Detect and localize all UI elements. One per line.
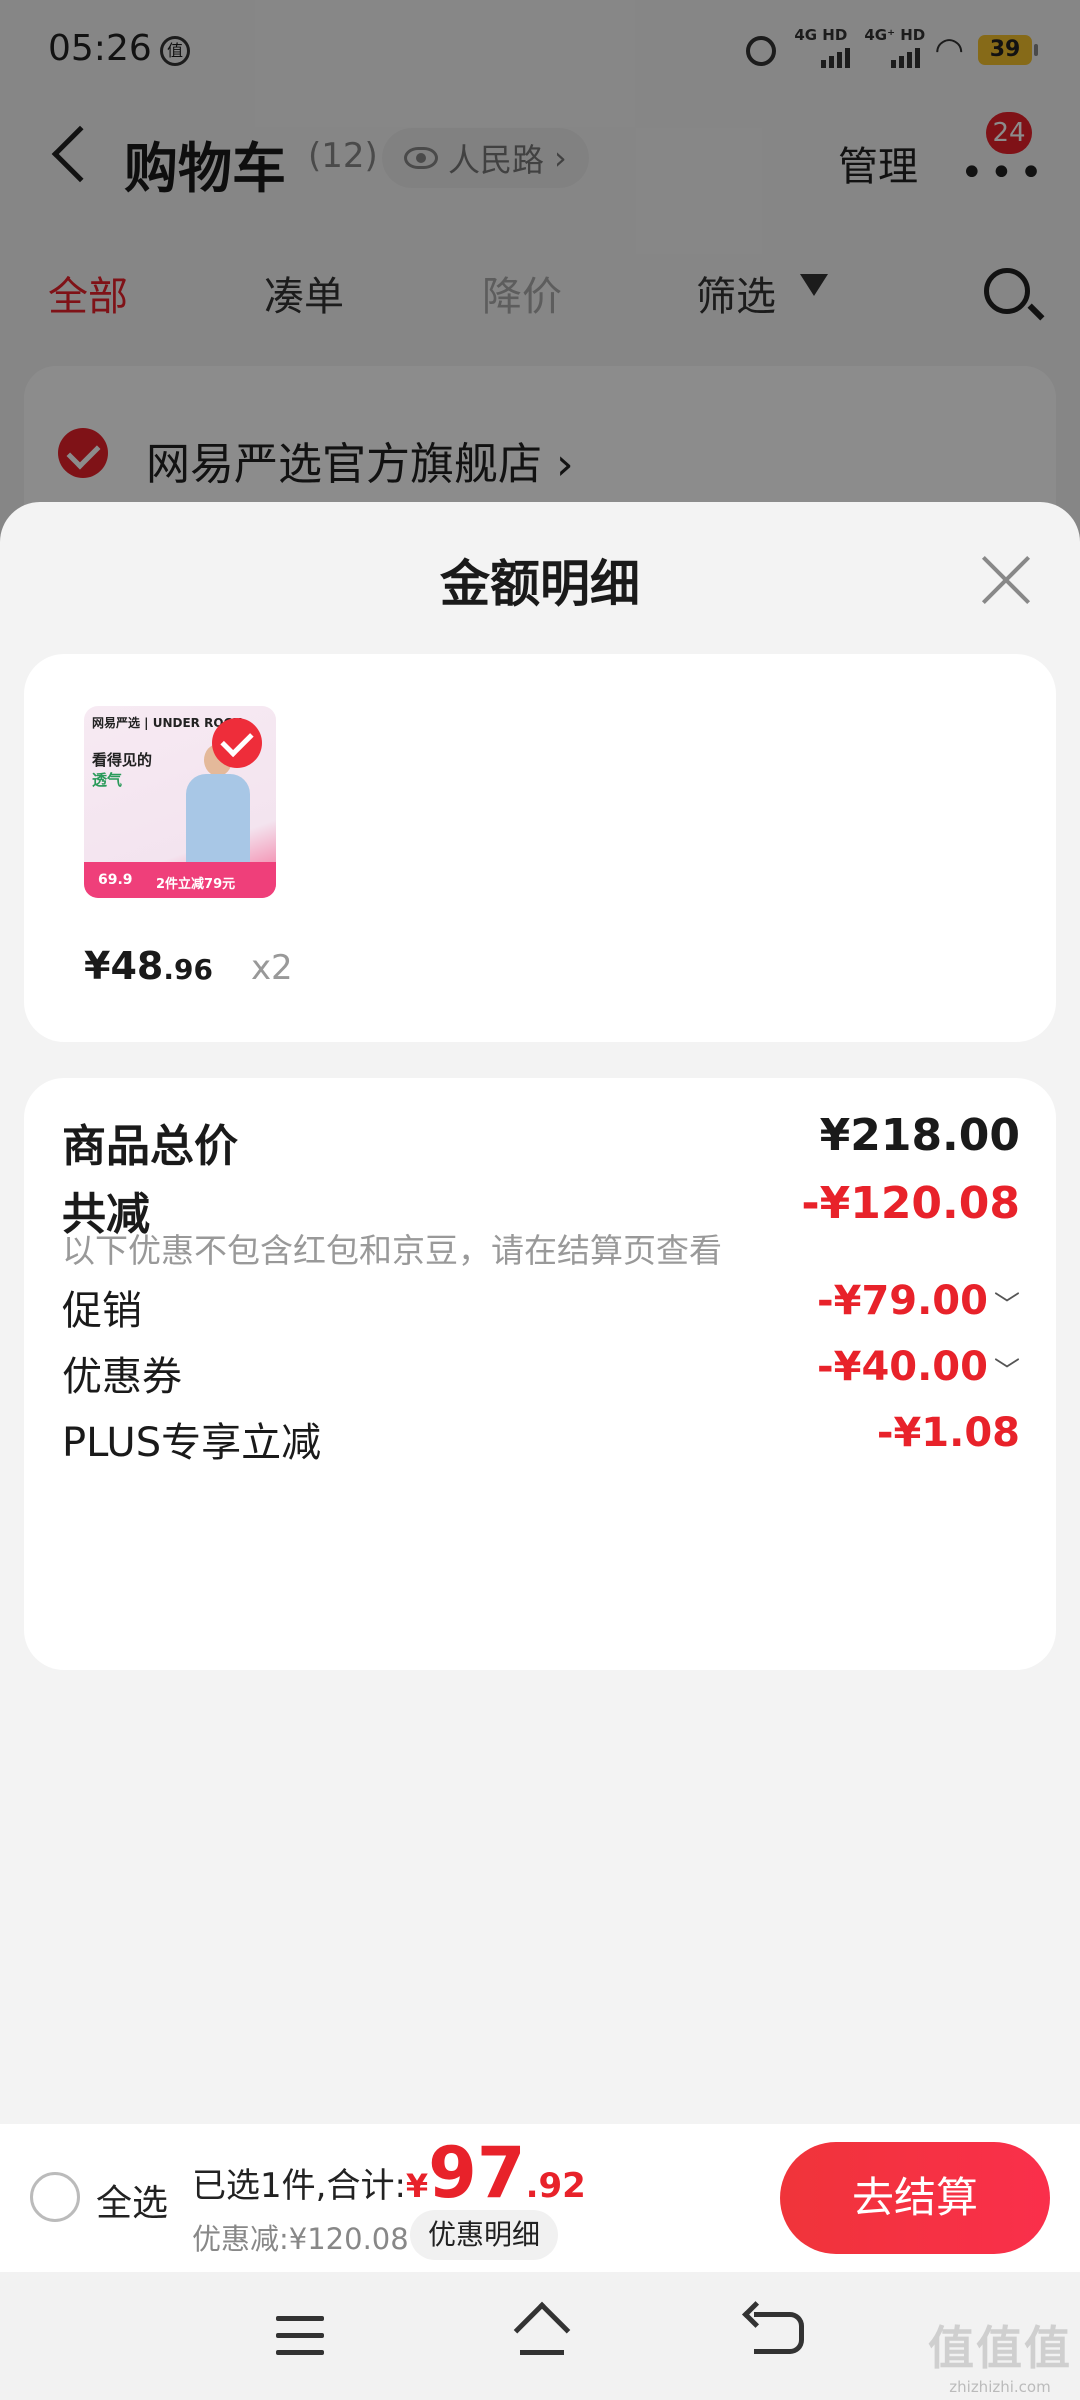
discount-detail-button[interactable]: 优惠明细 — [410, 2210, 559, 2260]
total-amount: 97 — [428, 2132, 526, 2214]
discount-value: -¥120.08 — [801, 1178, 1020, 1229]
select-all-label[interactable]: 全选 — [96, 2174, 168, 2226]
product-quantity: x2 — [250, 948, 293, 988]
image-promo-bar: 69.9 2件立减79元 — [84, 862, 276, 898]
total-label: 商品总价 — [62, 1121, 238, 1172]
promo-value: -¥79.00 — [817, 1278, 988, 1324]
system-nav-bar — [0, 2272, 1080, 2400]
back-nav-icon[interactable] — [754, 2312, 804, 2354]
chevron-down-icon: ﹀ — [993, 1291, 1020, 1321]
coupon-label: 优惠券 — [62, 1354, 182, 1400]
promo-label: 促销 — [62, 1288, 142, 1334]
price-detail-card: 商品总价 ¥218.00 共减 -¥120.08 以下优惠不包含红包和京豆，请在… — [24, 1078, 1056, 1670]
select-all-checkbox[interactable] — [30, 2172, 80, 2222]
plus-label: PLUS专享立减 — [62, 1420, 322, 1466]
close-icon[interactable] — [980, 554, 1032, 606]
checkout-button[interactable]: 去结算 — [780, 2142, 1050, 2254]
saved-amount: 优惠减:¥120.08 — [192, 2222, 409, 2256]
sheet-title: 金额明细 — [440, 555, 640, 613]
amount-detail-sheet: 金额明细 网易严选 | UNDER ROCK 看得见的 透气 69.9 2件立减… — [0, 502, 1080, 2400]
checkout-bar: 全选 已选1件,合计: ¥ 97 .92 优惠减:¥120.08 优惠明细 去结… — [0, 2124, 1080, 2272]
product-image[interactable]: 网易严选 | UNDER ROCK 看得见的 透气 69.9 2件立减79元 — [84, 706, 276, 898]
home-icon[interactable] — [513, 2301, 571, 2359]
total-value: ¥218.00 — [819, 1110, 1020, 1161]
selected-check-icon — [212, 718, 262, 768]
watermark: 值值值 zhizhizhi.com — [928, 2321, 1072, 2396]
coupon-value: -¥40.00 — [817, 1344, 988, 1390]
discount-note: 以下优惠不包含红包和京豆，请在结算页查看 — [62, 1231, 722, 1270]
product-card: 网易严选 | UNDER ROCK 看得见的 透气 69.9 2件立减79元 ¥… — [24, 654, 1056, 1042]
coupon-row[interactable]: -¥40.00 ﹀ — [817, 1344, 1020, 1390]
promo-row[interactable]: -¥79.00 ﹀ — [817, 1278, 1020, 1324]
menu-icon[interactable] — [276, 2316, 324, 2356]
product-price: ¥48 .96 x2 — [84, 944, 293, 988]
plus-value: -¥1.08 — [876, 1410, 1020, 1456]
image-headline: 看得见的 透气 — [92, 751, 153, 789]
chevron-down-icon: ﹀ — [993, 1357, 1020, 1387]
total-summary: 已选1件,合计: ¥ 97 .92 — [192, 2132, 586, 2214]
